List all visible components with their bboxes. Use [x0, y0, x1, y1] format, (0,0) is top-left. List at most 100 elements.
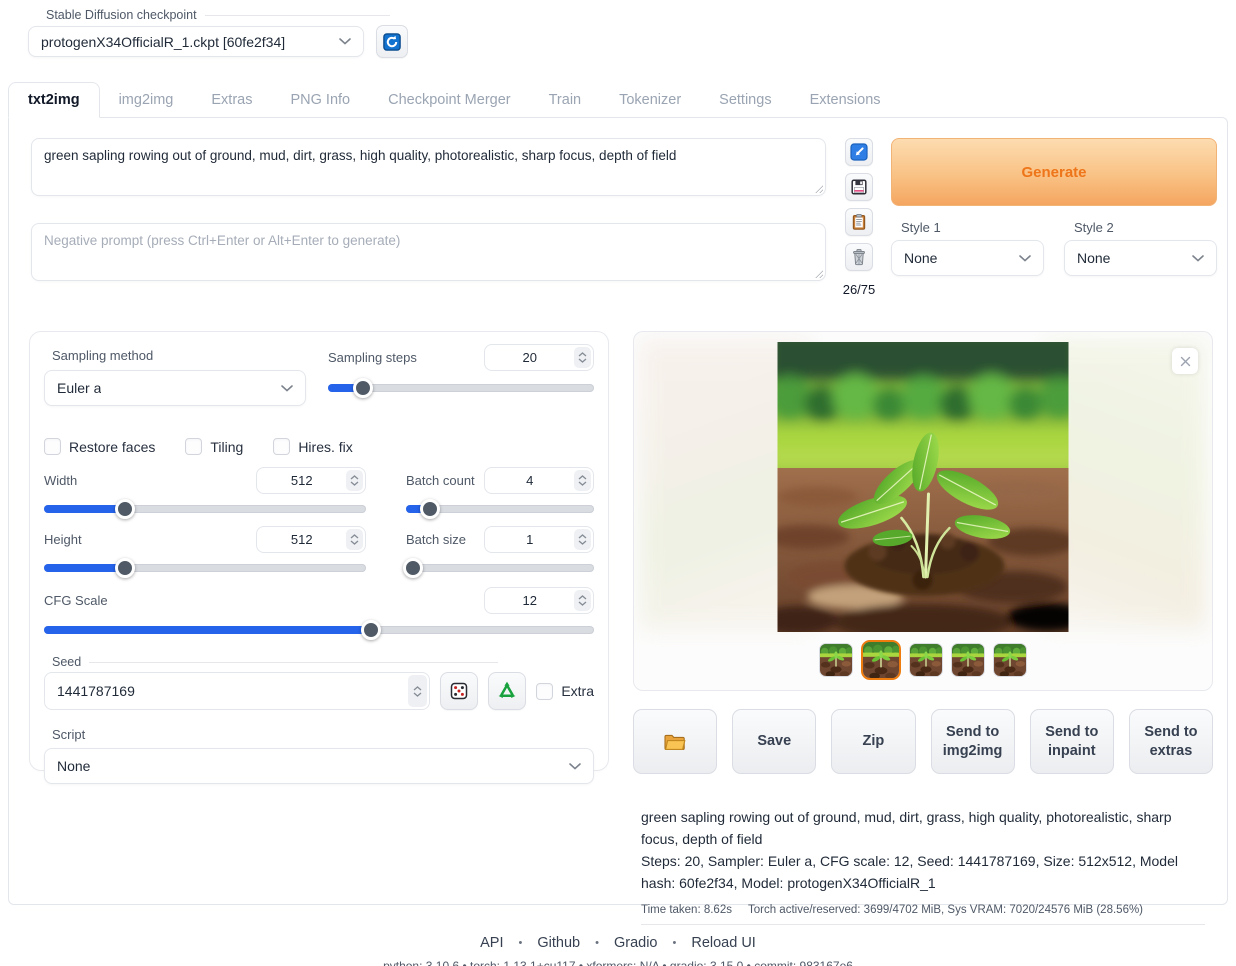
settings-panel: Sampling method Euler a Sampling steps	[29, 331, 609, 771]
bullet-separator: •	[673, 937, 677, 949]
chevron-down-icon	[281, 385, 293, 392]
sampling-method-select[interactable]: Euler a	[44, 370, 306, 406]
tab-settings[interactable]: Settings	[700, 83, 790, 117]
save-button[interactable]: Save	[732, 709, 816, 774]
style1-select[interactable]: None	[891, 240, 1044, 276]
gallery-thumbnail-3[interactable]	[909, 643, 943, 677]
gallery-actions: Save Zip Send to img2img Send to inpaint…	[633, 709, 1213, 774]
height-input[interactable]	[256, 526, 366, 553]
chevron-down-icon	[569, 763, 581, 770]
height-slider[interactable]	[44, 564, 366, 572]
cfg-scale-label: CFG Scale	[44, 593, 108, 608]
seed-input[interactable]	[44, 672, 430, 710]
checkpoint-select[interactable]: protogenX34OfficialR_1.ckpt [60fe2f34]	[28, 26, 364, 57]
gradio-link[interactable]: Gradio	[614, 935, 658, 951]
tab-extensions[interactable]: Extensions	[791, 83, 900, 117]
prompt-input[interactable]: green sapling rowing out of ground, mud,…	[31, 138, 826, 196]
cfg-scale-slider[interactable]	[44, 626, 594, 634]
tab-train[interactable]: Train	[530, 83, 601, 117]
width-input[interactable]	[256, 467, 366, 494]
batch-size-input[interactable]	[484, 526, 594, 553]
gallery-thumbnail-4[interactable]	[951, 643, 985, 677]
batch-count-slider[interactable]	[406, 505, 594, 513]
hires-fix-label: Hires. fix	[298, 439, 352, 455]
gallery-thumbnail-1[interactable]	[819, 643, 853, 677]
paste-params-button[interactable]	[845, 138, 873, 166]
batch-count-value[interactable]	[485, 468, 574, 493]
script-label: Script	[52, 727, 594, 742]
memory-usage-text: Torch active/reserved: 3699/4702 MiB, Sy…	[748, 904, 1143, 916]
stable-diffusion-webui: Stable Diffusion checkpoint protogenX34O…	[0, 0, 1236, 966]
batch-size-value[interactable]	[485, 527, 574, 552]
checkpoint-area: Stable Diffusion checkpoint protogenX34O…	[0, 0, 408, 58]
style1-label: Style 1	[901, 220, 1044, 235]
reload-ui-link[interactable]: Reload UI	[691, 935, 755, 951]
info-params-text: Steps: 20, Sampler: Euler a, CFG scale: …	[641, 851, 1205, 894]
tiling-checkbox[interactable]	[185, 438, 202, 455]
script-select[interactable]: None	[44, 748, 594, 784]
send-to-inpaint-button[interactable]: Send to inpaint	[1030, 709, 1114, 774]
stepper-arrows[interactable]	[574, 529, 591, 550]
chevron-down-icon	[339, 38, 351, 45]
clear-prompt-button[interactable]	[845, 243, 873, 271]
generate-button[interactable]: Generate	[891, 138, 1217, 206]
batch-size-slider[interactable]	[406, 564, 594, 572]
height-label: Height	[44, 532, 82, 547]
width-slider[interactable]	[44, 505, 366, 513]
api-link[interactable]: API	[480, 935, 503, 951]
sampling-steps-slider[interactable]	[328, 384, 594, 392]
reuse-seed-button[interactable]	[488, 672, 526, 710]
clipboard-icon	[850, 213, 868, 231]
cfg-scale-value[interactable]	[485, 588, 574, 613]
gallery-thumbnail-5[interactable]	[993, 643, 1027, 677]
stepper-arrows[interactable]	[346, 470, 363, 491]
sampling-steps-value[interactable]	[485, 345, 574, 370]
refresh-checkpoint-button[interactable]	[376, 25, 408, 58]
tab-extras[interactable]: Extras	[192, 83, 271, 117]
checkpoint-value: protogenX34OfficialR_1.ckpt [60fe2f34]	[41, 34, 285, 50]
stepper-arrows[interactable]	[574, 590, 591, 611]
hires-fix-checkbox[interactable]	[273, 438, 290, 455]
tab-png-info[interactable]: PNG Info	[271, 83, 369, 117]
open-folder-button[interactable]	[633, 709, 717, 774]
results-panel: Save Zip Send to img2img Send to inpaint…	[633, 331, 1213, 925]
width-value[interactable]	[257, 468, 346, 493]
tab-img2img[interactable]: img2img	[100, 83, 193, 117]
apply-styles-button[interactable]	[845, 208, 873, 236]
sampling-steps-input[interactable]	[484, 344, 594, 371]
refresh-icon	[383, 33, 401, 51]
stepper-arrows[interactable]	[574, 347, 591, 368]
close-gallery-button[interactable]	[1172, 348, 1198, 374]
version-info: python: 3.10.6 • torch: 1.13.1+cu117 • x…	[0, 959, 1236, 966]
save-style-button[interactable]	[845, 173, 873, 201]
github-link[interactable]: Github	[537, 935, 580, 951]
restore-faces-checkbox[interactable]	[44, 438, 61, 455]
chevron-down-icon	[1192, 255, 1204, 262]
width-label: Width	[44, 473, 77, 488]
dice-icon	[449, 681, 469, 701]
send-to-extras-button[interactable]: Send to extras	[1129, 709, 1213, 774]
seed-label: Seed	[52, 655, 81, 669]
height-value[interactable]	[257, 527, 346, 552]
batch-count-input[interactable]	[484, 467, 594, 494]
tab-checkpoint-merger[interactable]: Checkpoint Merger	[369, 83, 530, 117]
time-taken-text: Time taken: 8.62s	[641, 904, 732, 916]
prompt-tools: 26/75	[839, 138, 879, 297]
seed-value[interactable]	[45, 673, 408, 709]
stepper-arrows[interactable]	[574, 470, 591, 491]
gallery-thumbnail-2-selected[interactable]	[861, 640, 901, 680]
cfg-scale-input[interactable]	[484, 587, 594, 614]
send-to-img2img-button[interactable]: Send to img2img	[931, 709, 1015, 774]
stepper-arrows[interactable]	[346, 529, 363, 550]
extra-seed-checkbox[interactable]	[536, 683, 553, 700]
zip-button[interactable]: Zip	[831, 709, 915, 774]
tab-txt2img[interactable]: txt2img	[8, 82, 100, 118]
tab-tokenizer[interactable]: Tokenizer	[600, 83, 700, 117]
slider-thumb	[361, 620, 381, 640]
style2-select[interactable]: None	[1064, 240, 1217, 276]
tiling-label: Tiling	[210, 439, 243, 455]
stepper-arrows[interactable]	[408, 675, 427, 707]
negative-prompt-input[interactable]	[31, 223, 826, 281]
random-seed-button[interactable]	[440, 672, 478, 710]
generated-image[interactable]	[778, 342, 1069, 632]
